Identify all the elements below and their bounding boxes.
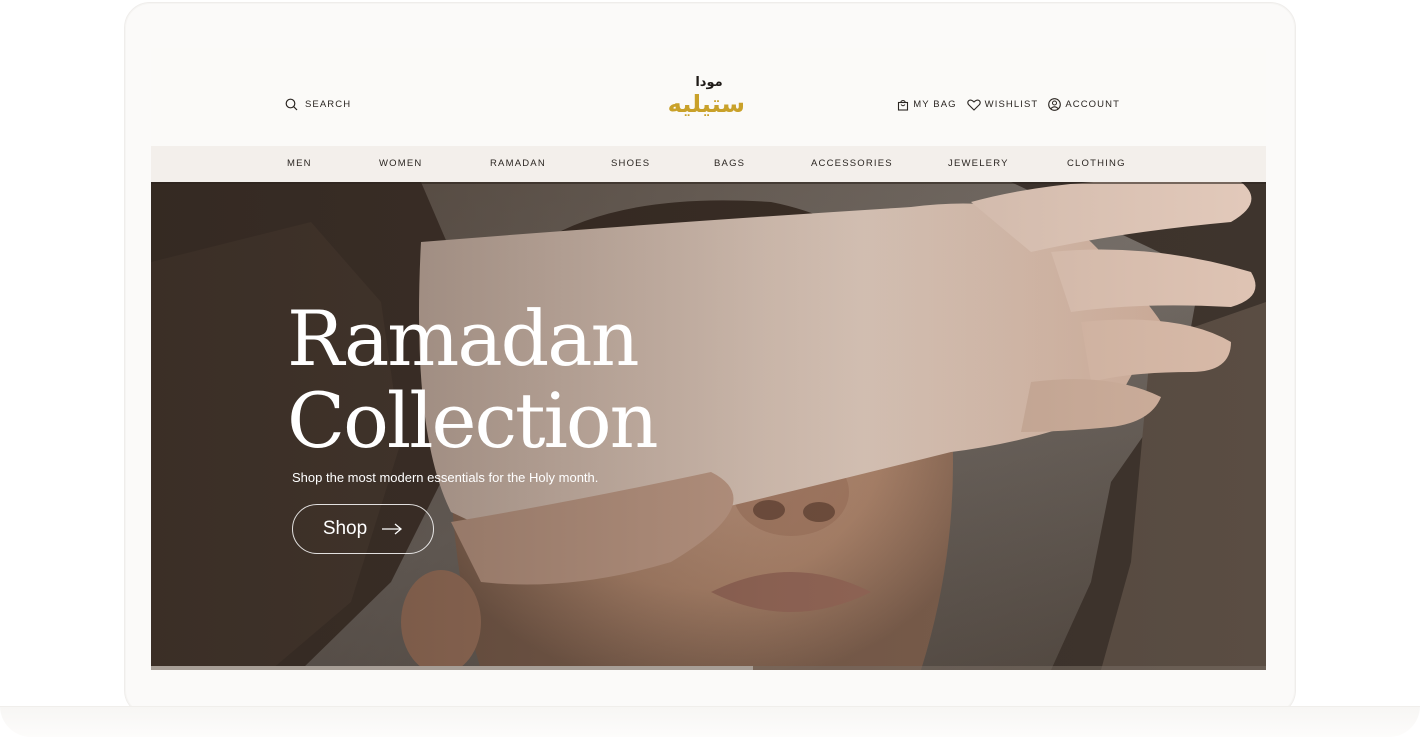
my-bag-label: MY BAG [913, 99, 957, 110]
arrow-right-icon [381, 523, 403, 535]
shop-button-label: Shop [322, 518, 368, 539]
logo-main-text: ستيليه [667, 90, 745, 118]
account-label: ACCOUNT [1065, 99, 1120, 110]
search-label: SEARCH [305, 99, 352, 110]
browser-screen: SEARCH مودا ستيليه MY BAG WISHLIST ACCOU… [151, 48, 1266, 670]
hero-subtitle: Shop the most modern essentials for the … [292, 470, 599, 485]
header-actions: MY BAG WISHLIST ACCOUNT [897, 98, 1120, 111]
nav-item-clothing[interactable]: CLOTHING [1067, 158, 1126, 169]
nav-item-shoes[interactable]: SHOES [611, 158, 650, 169]
slide-progress-bar[interactable] [151, 666, 1266, 670]
site-header: SEARCH مودا ستيليه MY BAG WISHLIST ACCOU… [151, 48, 1266, 146]
account-button[interactable]: ACCOUNT [1048, 98, 1120, 111]
logo-top-text: مودا [695, 75, 723, 90]
my-bag-button[interactable]: MY BAG [897, 99, 956, 111]
shop-button[interactable]: Shop [292, 504, 434, 554]
wishlist-label: WISHLIST [984, 99, 1039, 110]
user-icon [1048, 98, 1062, 111]
nav-item-ramadan[interactable]: RAMADAN [490, 158, 546, 169]
nav-item-jewelery[interactable]: JEWELERY [948, 158, 1009, 169]
hero-banner: Ramadan Collection Shop the most modern … [151, 182, 1266, 670]
search-icon [285, 98, 298, 111]
hero-title: Ramadan Collection [287, 298, 659, 465]
hero-title-line-2: Collection [287, 376, 659, 465]
nav-item-accessories[interactable]: ACCESSORIES [811, 158, 893, 169]
bag-icon [897, 99, 909, 111]
nav-item-bags[interactable]: BAGS [714, 158, 745, 169]
wishlist-button[interactable]: WISHLIST [966, 99, 1039, 111]
slide-progress-fill [151, 666, 754, 670]
search-button[interactable]: SEARCH [285, 98, 351, 111]
laptop-base [0, 706, 1420, 737]
hero-title-line-1: Ramadan [287, 294, 640, 383]
brand-logo[interactable]: مودا ستيليه [667, 75, 745, 128]
main-nav: MEN WOMEN RAMADAN SHOES BAGS ACCESSORIES… [151, 146, 1266, 182]
heart-icon [966, 99, 981, 111]
nav-item-women[interactable]: WOMEN [379, 158, 422, 169]
nav-item-men[interactable]: MEN [287, 158, 312, 169]
